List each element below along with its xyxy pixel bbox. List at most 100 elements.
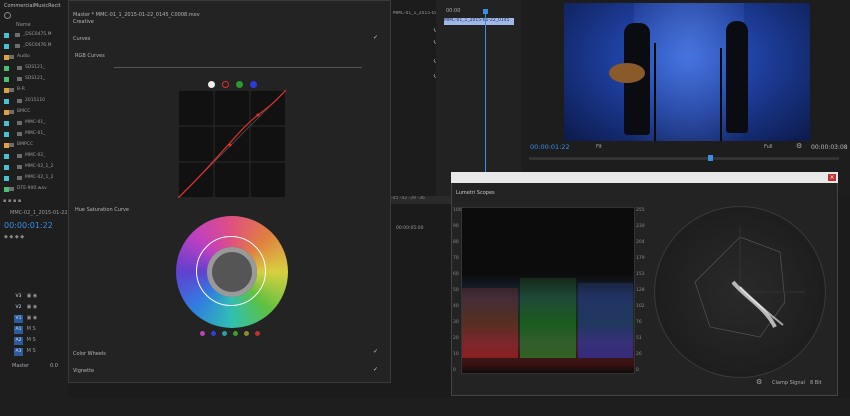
white-channel-button[interactable] — [208, 81, 215, 88]
hue-curve-ring[interactable] — [196, 236, 266, 306]
label-color-swatch[interactable] — [4, 121, 9, 126]
track-header[interactable]: A1 M S — [14, 326, 36, 335]
label-color-swatch[interactable] — [4, 33, 9, 38]
project-item[interactable]: SDS121_ — [0, 74, 68, 85]
project-item[interactable]: MMC-01_ — [0, 118, 68, 129]
color-wheels-label[interactable]: Color Wheels — [73, 351, 106, 357]
project-item[interactable]: MMC-02_1_2 — [0, 162, 68, 173]
preset-red[interactable] — [255, 331, 260, 336]
rgb-curves-label[interactable]: RGB Curves — [75, 53, 105, 59]
lumetri-breadcrumb[interactable]: Master * MMC-01_1_2015-01-22_0145_C0008.… — [73, 12, 200, 18]
bit-depth-dropdown[interactable]: 8 Bit — [810, 380, 822, 386]
sequence-tab[interactable]: MMC-02_1_2015-01-22 — [10, 210, 68, 216]
scope-scale-right: 255 — [636, 208, 645, 213]
preset-green[interactable] — [233, 331, 238, 336]
project-item[interactable]: BMPCC — [0, 140, 68, 151]
project-item[interactable]: SDS121_ — [0, 63, 68, 74]
track-target[interactable]: A3 — [14, 348, 23, 356]
timeline-tools: ◆ ◆ ◆ ◆ — [4, 234, 25, 240]
label-color-swatch[interactable] — [4, 154, 9, 159]
curves-label[interactable]: Curves — [73, 36, 90, 42]
track-header[interactable]: V1 ▣ ◉ — [14, 315, 37, 324]
vignette-checkbox[interactable]: ✓ — [373, 367, 379, 373]
project-item[interactable]: MMC-01_ — [0, 129, 68, 140]
clamp-signal-label[interactable]: Clamp Signal — [772, 380, 805, 386]
project-item-label: _DSC0475.M — [23, 32, 52, 37]
project-item[interactable]: DTE-900.wav — [0, 184, 68, 195]
project-item[interactable]: BMCC — [0, 107, 68, 118]
track-toggles[interactable]: M S — [25, 326, 36, 332]
fit-dropdown[interactable]: Fit — [596, 144, 602, 150]
timeline-toolbar: ▪ ▪ ▪ ▪ — [3, 198, 22, 204]
wrench-icon[interactable]: ⚙ — [756, 378, 762, 386]
status-bar — [0, 398, 850, 416]
curves-checkbox[interactable]: ✓ — [373, 35, 379, 41]
label-color-swatch[interactable] — [4, 165, 9, 170]
hue-sat-curve-label[interactable]: Hue Saturation Curve — [75, 207, 129, 213]
label-color-swatch[interactable] — [4, 176, 9, 181]
preset-blue[interactable] — [211, 331, 216, 336]
close-icon[interactable]: × — [828, 174, 836, 181]
project-item-label: _DSC0476.M — [23, 43, 52, 48]
divider-line — [114, 67, 362, 68]
track-toggles[interactable]: ▣ ◉ — [25, 304, 38, 310]
track-toggles[interactable]: ▣ ◉ — [25, 315, 38, 321]
clip-icon — [17, 77, 22, 81]
red-channel-button[interactable] — [222, 81, 229, 88]
preset-magenta[interactable] — [200, 331, 205, 336]
scope-scale-right: 0 — [636, 368, 639, 373]
green-channel-button[interactable] — [236, 81, 243, 88]
track-toggles[interactable]: ▣ ◉ — [25, 293, 38, 299]
project-item[interactable]: 2015110 — [0, 96, 68, 107]
track-toggles[interactable]: M S — [25, 337, 36, 343]
scope-scale-left: 50 — [453, 288, 459, 293]
track-target[interactable]: V3 — [14, 293, 23, 301]
color-wheels-checkbox[interactable]: ✓ — [373, 349, 379, 355]
project-item[interactable]: _DSC0476.M — [0, 41, 68, 52]
project-item-label: MMC-01_ — [25, 120, 46, 125]
track-header[interactable]: V3 ▣ ◉ — [14, 293, 38, 302]
label-color-swatch[interactable] — [4, 77, 9, 82]
track-target[interactable]: V1 — [14, 315, 23, 323]
vignette-label[interactable]: Vignette — [73, 368, 94, 374]
vectorscope-graticule — [694, 227, 805, 338]
rgb-parade-scope — [461, 207, 635, 374]
master-value[interactable]: 0.0 — [50, 363, 58, 369]
source-time: 00:00 — [446, 8, 461, 14]
label-color-swatch[interactable] — [4, 99, 9, 104]
track-header[interactable]: A3 M S — [14, 348, 36, 357]
track-target[interactable]: A2 — [14, 337, 23, 345]
label-color-swatch[interactable] — [4, 44, 9, 49]
parade-green — [520, 278, 576, 358]
track-toggles[interactable]: M S — [25, 348, 36, 354]
blue-channel-button[interactable] — [250, 81, 257, 88]
program-timecode[interactable]: 00:00:01:22 — [530, 143, 570, 151]
quality-dropdown[interactable]: Full — [764, 144, 773, 150]
source-breadcrumb[interactable]: MMC-01_1_2015-01-22_0145_C0008 * MMC-01_… — [393, 11, 436, 16]
project-item-label: MMC-02_1_2 — [25, 164, 54, 169]
name-column-header[interactable]: Name — [16, 22, 31, 28]
project-item[interactable]: B-R — [0, 85, 68, 96]
project-item[interactable]: MMC-02_1_2 — [0, 173, 68, 184]
label-color-swatch[interactable] — [4, 132, 9, 137]
project-item[interactable]: _DSC0475.M — [0, 30, 68, 41]
timeline-ruler[interactable]: -45 -42 -39 -36 — [391, 196, 451, 204]
track-header[interactable]: A2 M S — [14, 337, 36, 346]
track-target[interactable]: A1 — [14, 326, 23, 334]
timeline-timecode[interactable]: 00:00:01:22 — [4, 221, 53, 230]
preset-cyan[interactable] — [222, 331, 227, 336]
source-clip[interactable]: MMC-01_1_2015-01-22_0145 — [444, 18, 514, 25]
track-header[interactable]: V2 ▣ ◉ — [14, 304, 38, 313]
program-scrubber[interactable] — [529, 157, 839, 160]
project-item[interactable]: MMC-02_ — [0, 151, 68, 162]
rgb-curve-graph[interactable] — [178, 90, 286, 198]
wrench-icon[interactable]: ⚙ — [796, 142, 802, 150]
project-item[interactable]: Audio — [0, 52, 68, 63]
project-item-label: BMCC — [17, 109, 31, 114]
search-icon[interactable] — [4, 12, 11, 19]
program-playhead[interactable] — [708, 155, 713, 161]
track-target[interactable]: V2 — [14, 304, 23, 312]
label-color-swatch[interactable] — [4, 66, 9, 71]
preset-olive[interactable] — [244, 331, 249, 336]
scopes-title-bar[interactable]: × — [451, 172, 838, 183]
